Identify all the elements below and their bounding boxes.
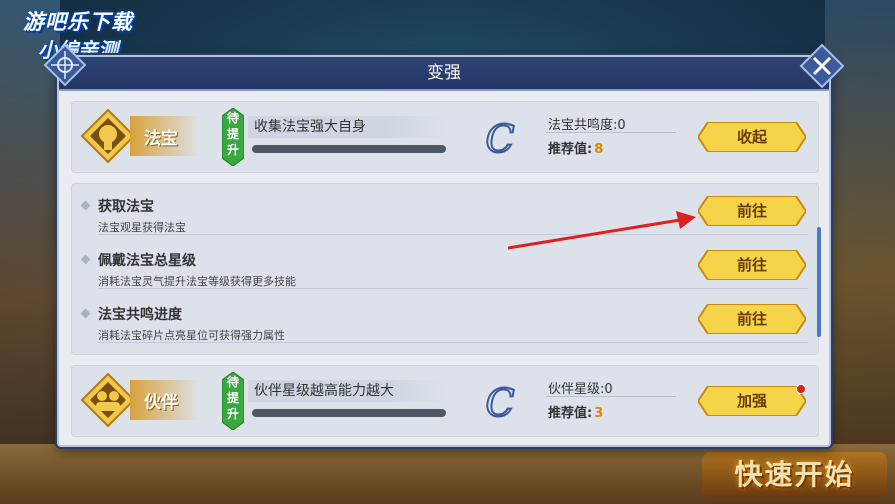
grade-c-icon: C <box>484 116 515 162</box>
recommend-value: 3 <box>594 406 604 421</box>
diamond-bullet-icon <box>80 200 91 211</box>
strengthen-modal: 变强 法宝 待 提 升 收集法宝强大自身 C 法宝共鸣度:0 推荐值: 8 收起… <box>43 43 845 447</box>
close-x-icon[interactable] <box>799 43 845 89</box>
diamond-bullet-icon <box>80 308 91 319</box>
way-row: 佩戴法宝总星级 消耗法宝灵气提升法宝等级获得更多技能 前往 <box>72 242 818 296</box>
fabao-description: 收集法宝强大自身 <box>254 119 366 135</box>
recommend-value: 8 <box>594 142 604 157</box>
recommend-label: 推荐值: <box>548 406 593 421</box>
goto-button[interactable]: 前往 <box>698 304 806 334</box>
svg-text:C: C <box>485 381 514 425</box>
notification-dot <box>796 384 806 394</box>
watermark-line1: 游吧乐下载 <box>23 10 133 34</box>
strengthen-button[interactable]: 加强 <box>698 386 806 416</box>
quick-start-button[interactable]: 快速开始 <box>702 452 887 498</box>
modal-header: 变强 <box>59 57 829 91</box>
partner-card-label: 伙伴 <box>144 393 178 413</box>
way-title: 佩戴法宝总星级 <box>98 253 196 269</box>
fabao-card-label: 法宝 <box>144 129 178 149</box>
scrollbar[interactable] <box>817 227 821 337</box>
fabao-card: 法宝 待 提 升 收集法宝强大自身 C 法宝共鸣度:0 推荐值: 8 收起 <box>71 101 819 173</box>
goto-button-label: 前往 <box>736 202 767 220</box>
pending-char: 提 <box>226 391 239 405</box>
way-row: 获取法宝 法宝观星获得法宝 前往 <box>72 188 818 242</box>
goto-button-label: 前往 <box>736 310 767 328</box>
way-title: 法宝共鸣进度 <box>98 307 182 323</box>
pending-char: 提 <box>226 127 239 141</box>
pending-char: 升 <box>226 143 239 157</box>
partner-description: 伙伴星级越高能力越大 <box>254 383 394 399</box>
pending-char: 升 <box>226 407 239 421</box>
svg-text:C: C <box>485 117 514 161</box>
grade-c-icon: C <box>484 380 515 426</box>
fabao-resonance-stat: 法宝共鸣度:0 <box>548 118 626 133</box>
way-desc: 法宝观星获得法宝 <box>98 221 186 234</box>
strengthen-button-label: 加强 <box>736 392 767 410</box>
pending-char: 待 <box>226 375 239 389</box>
pending-badge-text: 待 提 升 <box>222 374 244 422</box>
corner-ornament-icon <box>43 43 87 87</box>
stat-divider <box>546 396 676 397</box>
goto-button[interactable]: 前往 <box>698 250 806 280</box>
pending-char: 待 <box>226 111 239 125</box>
fabao-recommend: 推荐值: 8 <box>548 138 603 157</box>
collapse-button-label: 收起 <box>736 128 767 146</box>
way-row: 法宝共鸣进度 消耗法宝碎片点亮星位可获得强力属性 前往 <box>72 296 818 350</box>
collapse-button[interactable]: 收起 <box>698 122 806 152</box>
recommend-label: 推荐值: <box>548 142 593 157</box>
fabao-emblem-icon <box>80 108 136 164</box>
pending-badge-text: 待 提 升 <box>222 110 244 158</box>
partner-star-stat: 伙伴星级:0 <box>548 382 613 397</box>
goto-button[interactable]: 前往 <box>698 196 806 226</box>
way-desc: 消耗法宝灵气提升法宝等级获得更多技能 <box>98 275 296 288</box>
partner-card: 伙伴 待 提 升 伙伴星级越高能力越大 C 伙伴星级:0 推荐值: 3 加强 <box>71 365 819 437</box>
modal-title: 变强 <box>427 63 461 83</box>
fabao-progress-bar <box>252 145 446 153</box>
row-divider <box>98 234 808 235</box>
diamond-bullet-icon <box>80 254 91 265</box>
row-divider <box>98 342 808 343</box>
way-title: 获取法宝 <box>98 199 154 215</box>
way-desc: 消耗法宝碎片点亮星位可获得强力属性 <box>98 329 285 342</box>
stat-divider <box>546 132 676 133</box>
partner-progress-bar <box>252 409 446 417</box>
partner-recommend: 推荐值: 3 <box>548 402 603 421</box>
goto-button-label: 前往 <box>736 256 767 274</box>
fabao-ways-list: 获取法宝 法宝观星获得法宝 前往 佩戴法宝总星级 消耗法宝灵气提升法宝等级获得更… <box>71 183 819 355</box>
row-divider <box>98 288 808 289</box>
partner-emblem-icon <box>80 372 136 428</box>
